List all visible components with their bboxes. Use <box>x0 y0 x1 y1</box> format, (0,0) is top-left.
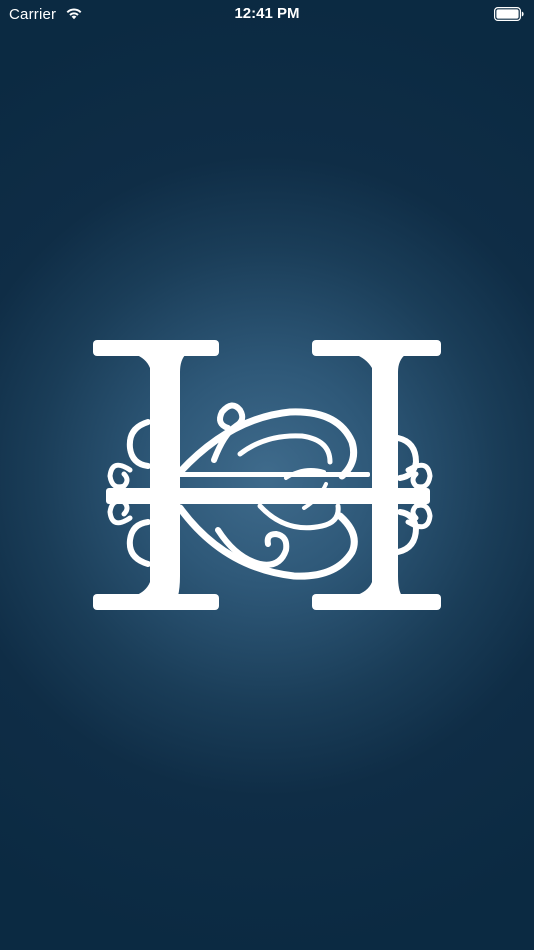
battery-icon <box>494 7 524 21</box>
ornamental-monogram-h-logo <box>93 340 441 610</box>
status-time: 12:41 PM <box>234 5 300 22</box>
status-bar: Carrier 12:41 PM <box>0 0 534 28</box>
splash-screen: Carrier 12:41 PM <box>0 0 534 950</box>
